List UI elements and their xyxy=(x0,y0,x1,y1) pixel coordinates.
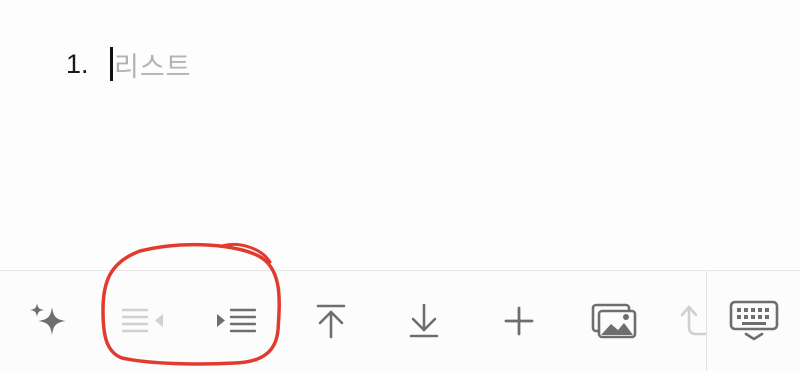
arrow-to-top-icon xyxy=(311,301,351,341)
insert-button[interactable] xyxy=(491,271,547,371)
editor-area[interactable]: 1. 리스트 xyxy=(0,0,800,270)
insert-image-button[interactable] xyxy=(584,271,644,371)
text-caret xyxy=(110,47,113,81)
keyboard-hide-icon xyxy=(728,299,780,343)
list-number: 1. xyxy=(66,48,89,79)
ai-sparkle-button[interactable] xyxy=(20,271,76,371)
plus-icon xyxy=(501,303,537,339)
toolbar-divider xyxy=(706,271,707,371)
arrow-to-bottom-icon xyxy=(404,301,444,341)
indent-button[interactable] xyxy=(206,271,262,371)
outdent-button[interactable] xyxy=(112,271,168,371)
image-icon xyxy=(589,301,639,341)
move-to-top-button[interactable] xyxy=(303,271,359,371)
list-item[interactable]: 1. 리스트 xyxy=(66,44,192,84)
formatting-toolbar xyxy=(0,270,800,371)
undo-arrow-icon xyxy=(678,301,706,341)
outdent-icon xyxy=(115,306,165,336)
undo-button[interactable] xyxy=(678,271,706,371)
keyboard-toggle-button[interactable] xyxy=(724,271,784,371)
move-to-bottom-button[interactable] xyxy=(396,271,452,371)
list-placeholder[interactable]: 리스트 xyxy=(114,45,192,84)
sparkle-icon xyxy=(26,299,70,343)
indent-icon xyxy=(209,306,259,336)
